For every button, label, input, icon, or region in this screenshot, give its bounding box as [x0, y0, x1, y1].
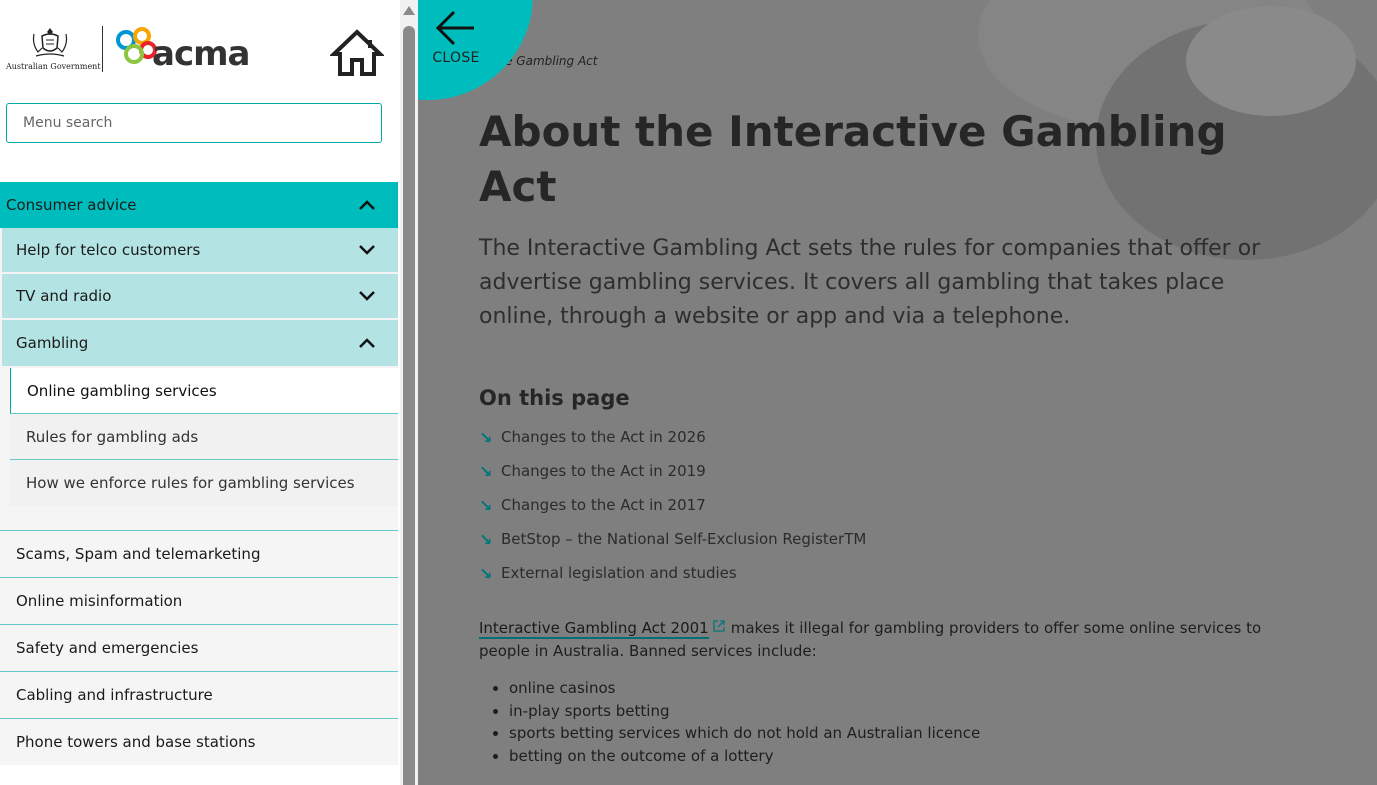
on-this-page-list: ↘ Changes to the Act in 2026 ↘ Changes to … — [479, 428, 866, 598]
chevron-down-icon — [359, 245, 375, 255]
banned-services-list: online casinos in-play sports betting sp… — [509, 677, 980, 767]
nav-help-telco-label: Help for telco customers — [16, 241, 201, 259]
nav-rules-gambling-ads-label: Rules for gambling ads — [26, 427, 199, 446]
close-label: CLOSE — [432, 50, 480, 66]
header-logos: Australian Government acma — [0, 0, 400, 95]
on-this-page-link-text: Changes to the Act in 2017 — [501, 496, 706, 514]
nav-tv-radio[interactable]: TV and radio — [0, 274, 398, 320]
nav-online-misinformation[interactable]: Online misinformation — [0, 577, 398, 624]
arrow-down-right-icon: ↘ — [479, 462, 493, 481]
external-link-icon — [713, 620, 725, 632]
arrow-down-right-icon: ↘ — [479, 530, 493, 549]
govt-logo[interactable]: Australian Government — [6, 26, 101, 74]
lead-paragraph: The Interactive Gambling Act sets the ru… — [479, 236, 1261, 329]
nav-gambling[interactable]: Gambling — [0, 320, 398, 368]
list-item: betting on the outcome of a lottery — [509, 745, 980, 768]
list-item: sports betting services which do not hol… — [509, 722, 980, 745]
nav-scams-spam-label: Scams, Spam and telemarketing — [16, 545, 261, 563]
acma-logo[interactable]: acma — [112, 26, 262, 74]
on-this-page-link[interactable]: ↘ BetStop – the National Self-Exclusion R… — [479, 530, 866, 564]
menu-nav: Consumer advice Help for telco customers… — [0, 182, 398, 765]
chevron-up-icon — [359, 200, 375, 210]
nav-online-misinformation-label: Online misinformation — [16, 592, 183, 610]
nav-safety-emergencies[interactable]: Safety and emergencies — [0, 624, 398, 671]
on-this-page-link[interactable]: ↘ Changes to the Act in 2017 — [479, 496, 866, 530]
gambling-sublist: Online gambling services Rules for gambl… — [0, 368, 398, 530]
nav-phone-towers-label: Phone towers and base stations — [16, 733, 256, 751]
nav-consumer-advice[interactable]: Consumer advice — [0, 182, 398, 228]
arrow-down-right-icon: ↘ — [479, 564, 493, 583]
arrow-down-right-icon: ↘ — [479, 496, 493, 515]
body-paragraph: Interactive Gambling Act 2001 makes it il… — [479, 617, 1279, 663]
nav-gambling-label: Gambling — [16, 334, 89, 352]
nav-enforce-rules-label: How we enforce rules for gambling servic… — [26, 474, 355, 492]
nav-enforce-rules[interactable]: How we enforce rules for gambling servic… — [10, 460, 398, 506]
menu-scrollbar[interactable] — [400, 0, 418, 785]
nav-cabling-infrastructure-label: Cabling and infrastructure — [16, 686, 213, 704]
side-menu: Australian Government acma Consumer advi… — [0, 0, 400, 785]
scroll-thumb[interactable] — [403, 26, 415, 785]
coat-of-arms-icon — [32, 28, 68, 57]
nav-tv-radio-label: TV and radio — [16, 287, 112, 305]
scroll-up-arrow-icon[interactable] — [403, 6, 415, 15]
nav-online-gambling-services[interactable]: Online gambling services — [10, 368, 398, 414]
home-button[interactable] — [329, 28, 385, 78]
nav-cabling-infrastructure[interactable]: Cabling and infrastructure — [0, 671, 398, 718]
list-item: online casinos — [509, 677, 980, 700]
nav-help-telco[interactable]: Help for telco customers — [0, 228, 398, 274]
on-this-page-link[interactable]: ↘ External legislation and studies — [479, 564, 866, 598]
page-title: About the Interactive Gambling Act — [479, 107, 1227, 211]
chevron-down-icon — [359, 291, 375, 301]
govt-label: Australian Government — [6, 62, 101, 71]
decorative-shape — [1186, 6, 1356, 116]
on-this-page-title: On this page — [479, 386, 630, 410]
nav-phone-towers[interactable]: Phone towers and base stations — [0, 718, 398, 765]
nav-scams-spam[interactable]: Scams, Spam and telemarketing — [0, 530, 398, 577]
on-this-page-link-text: BetStop – the National Self-Exclusion Re… — [501, 530, 867, 548]
arrow-down-right-icon: ↘ — [479, 428, 493, 447]
nav-safety-emergencies-label: Safety and emergencies — [16, 639, 199, 657]
act-external-link[interactable]: Interactive Gambling Act 2001 — [479, 619, 709, 639]
nav-rules-gambling-ads[interactable]: Rules for gambling ads — [10, 414, 398, 460]
home-icon — [329, 29, 385, 76]
on-this-page-link-text: Changes to the Act in 2019 — [501, 462, 706, 480]
on-this-page-link[interactable]: ↘ Changes to the Act in 2019 — [479, 462, 866, 496]
acma-wordmark: acma — [152, 34, 250, 74]
nav-consumer-advice-label: Consumer advice — [6, 196, 137, 214]
menu-search-input[interactable] — [6, 103, 382, 143]
close-button[interactable]: CLOSE — [426, 8, 486, 70]
list-item: in-play sports betting — [509, 700, 980, 723]
chevron-up-icon — [359, 338, 375, 348]
on-this-page-link[interactable]: ↘ Changes to the Act in 2026 — [479, 428, 866, 462]
arrow-left-icon — [435, 10, 474, 46]
on-this-page-link-text: Changes to the Act in 2026 — [501, 428, 706, 446]
logo-divider — [102, 26, 103, 72]
on-this-page-link-text: External legislation and studies — [501, 564, 737, 582]
content-overlay[interactable]: ve Gambling Act CLOSE About the Interact… — [418, 0, 1377, 785]
nav-online-gambling-services-label: Online gambling services — [27, 381, 217, 400]
